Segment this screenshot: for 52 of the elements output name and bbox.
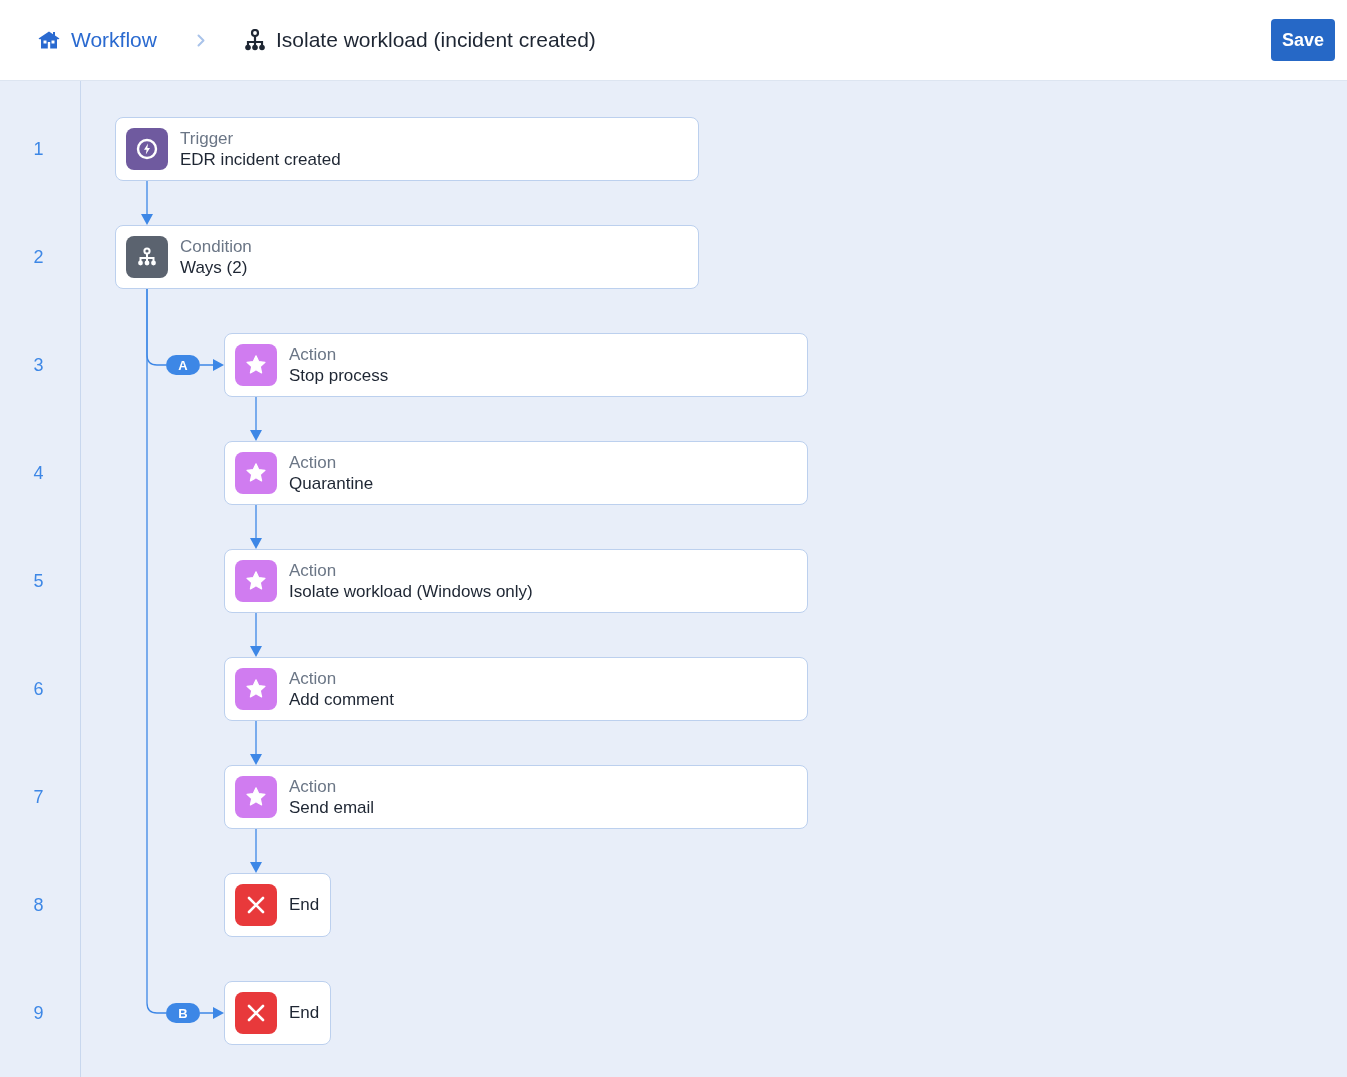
line-number: 8 (33, 894, 44, 917)
step-type-label: Action (289, 560, 338, 581)
connector-arrow (250, 828, 262, 873)
step-title: Send email (289, 797, 375, 818)
action-card[interactable]: Action Isolate workload (Windows only) (224, 549, 808, 613)
line-number: 5 (33, 570, 44, 593)
action-card[interactable]: Action Quarantine (224, 441, 808, 505)
cross-icon (235, 884, 277, 926)
line-number: 2 (33, 246, 44, 269)
step-type-label: Action (289, 668, 338, 689)
line-number: 1 (33, 138, 44, 161)
line-number: 9 (33, 1002, 44, 1025)
branch-badge: B (166, 1003, 200, 1023)
bolt-icon (126, 128, 168, 170)
step-title: Stop process (289, 365, 389, 386)
connector-arrow (250, 720, 262, 765)
branch-badge: A (166, 355, 200, 375)
step-type-label: Action (289, 452, 338, 473)
step-title: Isolate workload (Windows only) (289, 581, 533, 602)
step-title: End (289, 1003, 320, 1023)
hierarchy-icon (244, 29, 265, 51)
home-icon (38, 31, 60, 49)
save-button[interactable]: Save (1271, 19, 1335, 61)
chevron-right-icon (196, 33, 205, 47)
step-type-label: Action (289, 344, 338, 365)
condition-card[interactable]: Condition Ways (2) (115, 225, 699, 289)
step-type-label: Action (289, 776, 338, 797)
action-card[interactable]: Action Stop process (224, 333, 808, 397)
connector-arrow (250, 504, 262, 549)
hierarchy-icon (126, 236, 168, 278)
step-title: End (289, 895, 320, 915)
connector-arrow (141, 180, 153, 225)
connector-arrow (250, 612, 262, 657)
workflow-title: Isolate workload (incident created) (275, 28, 596, 52)
line-number: 4 (33, 462, 44, 485)
end-card[interactable]: End (224, 873, 332, 937)
step-title: EDR incident created (180, 149, 341, 170)
step-type-label: Condition (180, 236, 252, 257)
trigger-card[interactable]: Trigger EDR incident created (115, 117, 699, 181)
action-card[interactable]: Action Add comment (224, 657, 808, 721)
step-type-label: Trigger (180, 128, 235, 149)
workflow-link[interactable]: Workflow (71, 28, 157, 52)
connector-arrow (250, 396, 262, 441)
step-title: Add comment (289, 689, 394, 710)
cross-icon (235, 992, 277, 1034)
step-title: Quarantine (289, 473, 374, 494)
step-title: Ways (2) (180, 257, 249, 278)
end-card[interactable]: End (224, 981, 332, 1045)
line-number: 6 (33, 678, 44, 701)
line-number: 7 (33, 786, 44, 809)
action-card[interactable]: Action Send email (224, 765, 808, 829)
line-number: 3 (33, 354, 44, 377)
